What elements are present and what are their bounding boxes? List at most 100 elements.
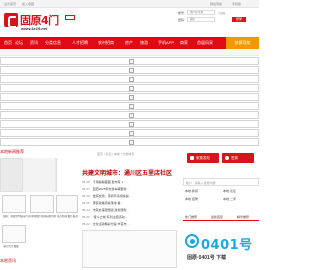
quick-nav-button[interactable]: 快捷导航 (226, 37, 259, 49)
news-title[interactable]: 文化活动精彩纷呈 丰富市... (93, 222, 129, 226)
right-link[interactable]: 本地·二手 (223, 197, 236, 201)
mobile-link[interactable]: 手机版 (232, 2, 241, 6)
breadcrumb: 首页 | 论坛 | 本地 | 分类信息 (97, 152, 135, 156)
tab-latest[interactable]: 最新回复 (211, 215, 223, 219)
nav-item-house[interactable]: 房产 (125, 40, 133, 46)
news-date: 05-25 (82, 201, 90, 205)
right-search-placeholder: 帐户 · 请输入搜索内容 (186, 181, 216, 185)
checkin-button-label: 签到 (231, 156, 238, 160)
ad-slot[interactable] (0, 102, 259, 110)
section-title: 本地新闻推荐 (0, 149, 24, 154)
checkin-button[interactable]: 签到 (222, 153, 254, 163)
thumb-caption[interactable]: 固原：共建文明城市行动 (3, 215, 31, 218)
nav-item-app[interactable]: 手机APP (158, 40, 174, 46)
top-bar: 设为首页 加入收藏 网站导航 手机版 (0, 0, 259, 8)
nav-item-jobs[interactable]: 人才招聘 (72, 40, 88, 46)
checkin-icon (225, 156, 229, 160)
site-logo[interactable]: 固原4门 www.4x19.net (4, 12, 64, 34)
nav-item-travel[interactable]: 旅游 (140, 40, 148, 46)
ad-slot[interactable] (0, 66, 259, 74)
broken-image-icon (129, 59, 134, 64)
list-item[interactable]: 05-25 惠民政策持续落地 各... (82, 201, 177, 206)
app-download-banner[interactable]: 0401号 固原·0401号 下载 (183, 222, 259, 270)
ad-slot[interactable] (0, 111, 259, 119)
right-link[interactable]: 本地·新闻 (185, 189, 198, 193)
nav-item-news[interactable]: 资讯 (30, 40, 38, 46)
sub-nav (0, 49, 259, 56)
slideshow-image-secondary[interactable] (22, 158, 55, 192)
right-search-input[interactable]: 帐户 · 请输入搜索内容 (183, 178, 259, 186)
news-title[interactable]: “奋斗之城”系列主题活动... (93, 215, 128, 219)
ad-slot[interactable] (0, 84, 259, 92)
news-date: 05-24 (82, 208, 90, 212)
tab-featured[interactable]: 精华推荐 (237, 215, 249, 219)
center-image[interactable] (82, 230, 177, 268)
broken-image-icon (129, 104, 134, 109)
nav-item-shops[interactable]: 商家 (180, 40, 188, 46)
username-label: 帐号: (178, 11, 185, 15)
nav-item-classified[interactable]: 分类信息 (45, 40, 61, 46)
list-item[interactable]: 05-28 不用躲躲藏藏 发布有 1 (82, 180, 177, 185)
thumb-caption[interactable]: 市民生活 图集 (3, 245, 31, 248)
headline[interactable]: 共建文明城市：通川区五里店社区 (82, 168, 172, 177)
thumb-caption[interactable]: 本地图片新闻标题示例 (31, 215, 59, 218)
news-date: 05-27 (82, 187, 90, 191)
news-title[interactable]: 市民办事更便捷 政务服务... (93, 208, 129, 212)
broken-image-icon (129, 122, 134, 127)
ad-slot[interactable] (0, 57, 259, 65)
news-date: 05-22 (82, 222, 90, 226)
remember-checkbox[interactable]: □ 记住 (218, 11, 225, 15)
nav-item-invest[interactable]: 农村招商 (98, 40, 114, 46)
thumb-image[interactable]: 固原：共建文明城市行动 (2, 195, 31, 218)
thumb-grid: 固原：共建文明城市行动 本地图片新闻标题示例 热点新闻 图片报道 市民生活 图集 (0, 195, 80, 255)
set-homepage-link[interactable]: 设为首页 (4, 2, 16, 6)
tab-hot[interactable]: 热门推荐 (185, 215, 197, 219)
username-input[interactable] (187, 10, 215, 15)
ad-slot[interactable] (0, 93, 259, 101)
logo-icon (4, 13, 18, 28)
thumb-image[interactable]: 本地图片新闻标题示例 (30, 195, 56, 218)
news-title[interactable]: 惠民政策持续落地 各... (93, 201, 123, 205)
list-item[interactable]: 05-22 文化活动精彩纷呈 丰富市... (82, 222, 177, 227)
nav-item-home[interactable]: 首页 (4, 40, 12, 46)
password-input[interactable] (187, 17, 215, 22)
nav-item-style[interactable]: 首届风采 (197, 40, 213, 46)
broken-image-icon (129, 95, 134, 100)
add-favorite-link[interactable]: 加入收藏 (22, 2, 34, 6)
app-logo-subtext: 固原·0401号 下载 (187, 255, 227, 261)
list-item[interactable]: 05-23 “奋斗之城”系列主题活动... (82, 215, 177, 220)
news-date: 05-26 (82, 194, 90, 198)
logo-url: www.4x19.net (21, 26, 48, 31)
news-title[interactable]: 固原2025年市政车辆更新... (93, 187, 129, 191)
thumb-image[interactable]: 热点新闻 图片报道 (56, 195, 78, 218)
broken-image-icon (129, 77, 134, 82)
list-item[interactable]: 05-27 固原2025年市政车辆更新... (82, 187, 177, 192)
thumb-image[interactable]: 市民生活 图集 (2, 225, 26, 248)
broken-image-icon (129, 140, 134, 145)
username-row: 帐号: □ 记住 (178, 10, 253, 15)
main-nav: 首页 论坛 资讯 分类信息 人才招聘 农村招商 房产 旅游 手机APP 商家 首… (0, 37, 259, 49)
news-title[interactable]: 发挥优势，营商环境持续提... (93, 194, 132, 198)
post-button[interactable]: 家族发帖 (187, 153, 219, 163)
login-button[interactable]: 登录 (232, 17, 246, 22)
login-box: 帐号: □ 记住 密码: 登录 (178, 10, 253, 32)
ad-slot[interactable] (0, 120, 259, 128)
broken-image-icon (129, 68, 134, 73)
ad-slot[interactable] (0, 138, 259, 146)
news-date: 05-23 (82, 215, 90, 219)
news-title[interactable]: 不用躲躲藏藏 发布有 1 (93, 180, 123, 184)
right-tabs: 热门推荐 最新回复 精华推荐 (183, 213, 259, 221)
list-item[interactable]: 05-26 发挥优势，营商环境持续提... (82, 194, 177, 199)
ad-slot[interactable] (0, 129, 259, 137)
app-logo-text: 0401号 (201, 238, 253, 253)
thumb-caption[interactable]: 热点新闻 图片报道 (57, 215, 85, 218)
broken-image-icon (129, 86, 134, 91)
right-link[interactable]: 本地·论坛 (223, 189, 236, 193)
list-item[interactable]: 05-24 市民办事更便捷 政务服务... (82, 208, 177, 213)
ad-slot[interactable] (0, 75, 259, 83)
edit-icon (190, 156, 194, 160)
right-link[interactable]: 本地·招聘 (185, 197, 198, 201)
post-button-label: 家族发帖 (196, 156, 210, 160)
nav-item-forum[interactable]: 论坛 (15, 40, 23, 46)
site-nav-link[interactable]: 网站导航 (210, 2, 222, 6)
